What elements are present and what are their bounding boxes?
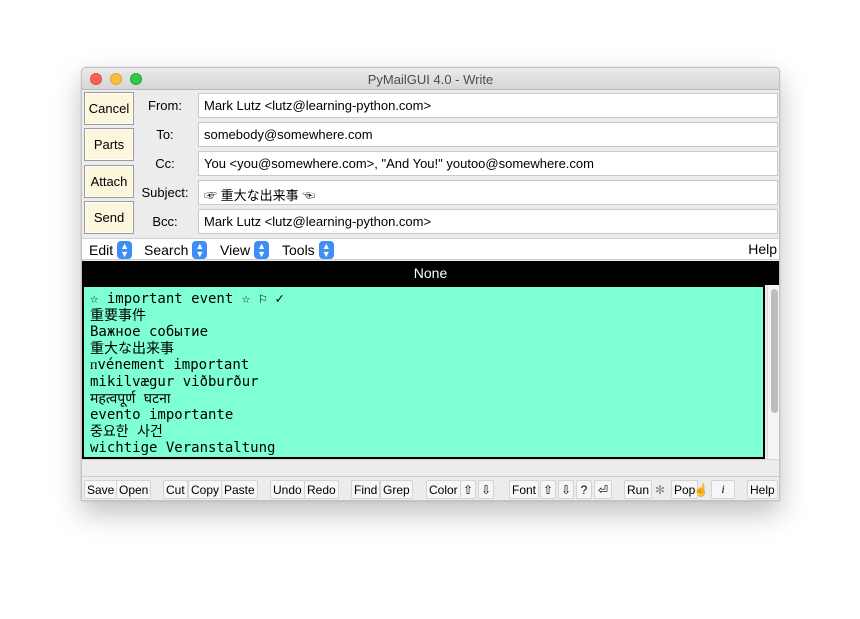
edit-menu[interactable]: Edit ▲ ▼ [89, 241, 133, 259]
redo-button[interactable]: Redo [304, 480, 339, 499]
message-body-text[interactable]: ☆ important event ☆ ⚐ ✓ 重要事件 Важное событи… [82, 285, 765, 459]
cut-button[interactable]: Cut [163, 480, 188, 499]
open-button[interactable]: Open [116, 480, 152, 499]
view-menu[interactable]: View ▲ ▼ [220, 241, 270, 259]
cc-field[interactable]: You <you@somewhere.com>, "And You!" yout… [198, 151, 778, 176]
bcc-label: Bcc: [152, 214, 178, 229]
body-line: 重要事件 [90, 307, 146, 324]
font-help-icon[interactable]: ? [576, 480, 592, 499]
grep-button[interactable]: Grep [380, 480, 413, 499]
body-line: 중요한 사건 [90, 423, 163, 440]
view-menu-label: View [220, 242, 251, 258]
tools-menu-label: Tools [282, 242, 315, 258]
info-button[interactable]: i [711, 480, 735, 499]
undo-button[interactable]: Undo [270, 480, 305, 499]
bottom-toolbar: Save Open Cut Copy Paste Undo Redo Find … [82, 476, 779, 500]
to-label: To: [156, 127, 174, 142]
color-button[interactable]: Color [426, 480, 461, 499]
font-up-arrow-icon[interactable]: ⇧ [540, 480, 556, 499]
body-line: evento importante [90, 407, 234, 424]
edit-menu-label: Edit [89, 242, 114, 258]
body-line: Важное событие [90, 324, 209, 341]
font-down-arrow-icon[interactable]: ⇩ [558, 480, 574, 499]
menu-bar: Edit ▲ ▼ Search ▲ ▼ View ▲ ▼ Tools ▲ ▼ Help [82, 238, 779, 260]
title-bar: PyMailGUI 4.0 - Write [82, 68, 779, 90]
write-window: PyMailGUI 4.0 - Write Cancel Parts Attac… [81, 67, 780, 501]
attach-button[interactable]: Attach [84, 165, 134, 198]
body-line: ᴨvénement important [90, 357, 250, 374]
parts-button[interactable]: Parts [84, 128, 134, 161]
font-button[interactable]: Font [509, 480, 540, 499]
body-line: महत्वपूर्ण घटना [90, 390, 171, 407]
edit-menu-chevron-icon: ▲ ▼ [117, 241, 133, 259]
text-label-bar: None [82, 261, 779, 285]
run-button[interactable]: Run [624, 480, 653, 499]
search-menu-chevron-icon: ▲ ▼ [192, 241, 208, 259]
subject-label: Subject: [141, 185, 189, 200]
tools-menu[interactable]: Tools ▲ ▼ [282, 241, 334, 259]
save-button[interactable]: Save [84, 480, 118, 499]
horizontal-scrollbar[interactable] [82, 459, 779, 475]
find-button[interactable]: Find [351, 480, 381, 499]
help-button[interactable]: Help [747, 480, 778, 499]
bcc-field[interactable]: Mark Lutz <lutz@learning-python.com> [198, 209, 778, 234]
search-menu-label: Search [144, 242, 189, 258]
vertical-scrollbar[interactable] [767, 285, 779, 459]
from-label: From: [148, 98, 182, 113]
cancel-button[interactable]: Cancel [84, 92, 134, 125]
send-button[interactable]: Send [84, 201, 134, 234]
color-up-arrow-icon[interactable]: ⇧ [460, 480, 476, 499]
body-line: 重大な出来事 [90, 340, 174, 357]
view-menu-chevron-icon: ▲ ▼ [254, 241, 270, 259]
subject-field[interactable]: ☞ 重大な出来事 ☜ [198, 180, 778, 205]
scrollbar-thumb[interactable] [771, 289, 778, 413]
from-field[interactable]: Mark Lutz <lutz@learning-python.com> [198, 93, 778, 118]
body-line: ☆ important event ☆ ⚐ ✓ [90, 291, 284, 307]
body-line: mikilvægur viðburður [90, 373, 259, 390]
cc-label: Cc: [155, 156, 175, 171]
to-field[interactable]: somebody@somewhere.com [198, 122, 778, 147]
pop-hand-icon: ☝ [693, 482, 709, 497]
help-menu-button[interactable]: Help [748, 241, 777, 257]
search-menu[interactable]: Search ▲ ▼ [144, 241, 208, 259]
font-enter-icon[interactable]: ⏎ [594, 480, 612, 499]
tools-menu-chevron-icon: ▲ ▼ [318, 241, 334, 259]
paste-button[interactable]: Paste [221, 480, 258, 499]
window-title: PyMailGUI 4.0 - Write [367, 72, 494, 87]
body-line: wichtige Veranstaltung [90, 440, 276, 457]
copy-button[interactable]: Copy [188, 480, 223, 499]
run-gear-icon: ✻ [654, 482, 666, 497]
color-down-arrow-icon[interactable]: ⇩ [478, 480, 494, 499]
